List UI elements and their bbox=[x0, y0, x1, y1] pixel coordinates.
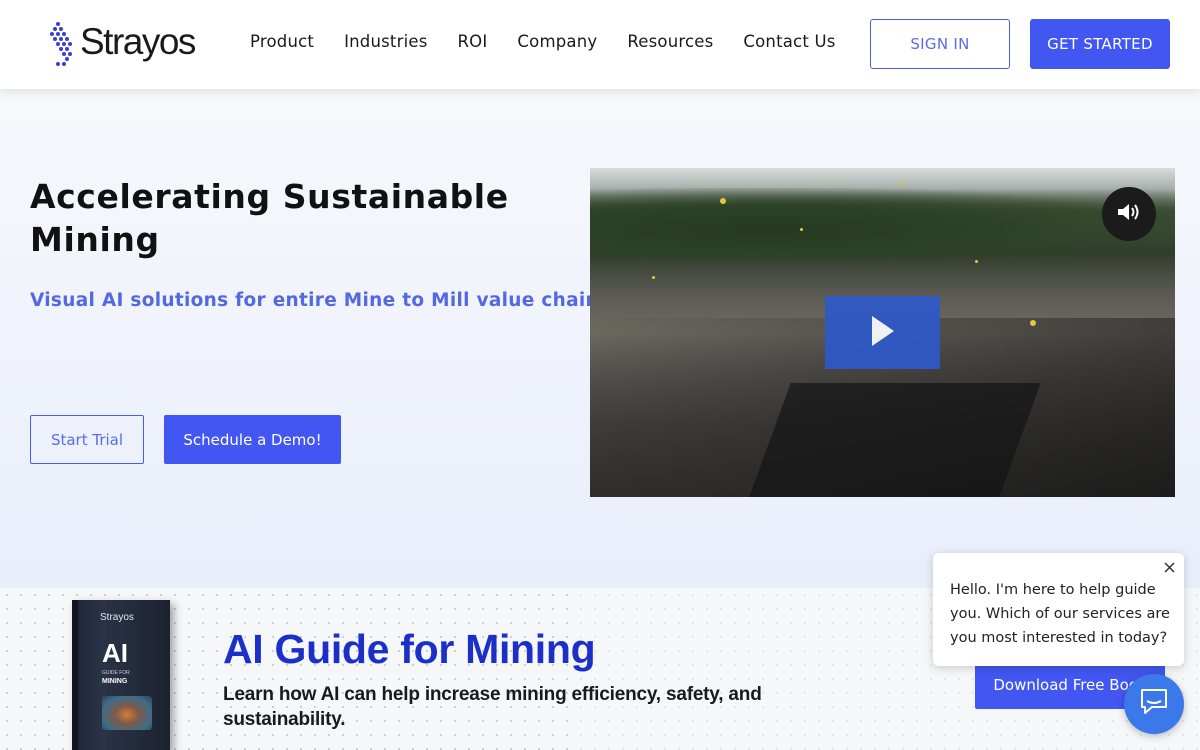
main-nav: Product Industries ROI Company Resources… bbox=[250, 32, 866, 51]
logo-dots-icon bbox=[50, 22, 76, 66]
schedule-demo-button[interactable]: Schedule a Demo! bbox=[164, 415, 341, 464]
logo-dot bbox=[56, 62, 60, 66]
logo-dot bbox=[53, 37, 57, 41]
hero-subtitle: Visual AI solutions for entire Mine to M… bbox=[30, 290, 599, 311]
logo-dot bbox=[68, 52, 72, 56]
chat-popup: Hello. I'm here to help guide you. Which… bbox=[933, 553, 1184, 666]
site-header: Strayos Product Industries ROI Company R… bbox=[0, 0, 1200, 89]
logo-text: Strayos bbox=[80, 21, 196, 62]
video-shadow bbox=[749, 383, 1041, 497]
logo-dot bbox=[65, 37, 69, 41]
video-spark bbox=[652, 276, 655, 279]
book-photo bbox=[102, 696, 152, 730]
chat-launcher-button[interactable] bbox=[1124, 674, 1184, 734]
nav-item-industries[interactable]: Industries bbox=[344, 32, 427, 51]
nav-item-company[interactable]: Company bbox=[517, 32, 597, 51]
hero-section: Accelerating Sustainable Mining Visual A… bbox=[0, 89, 1200, 588]
logo-dot bbox=[59, 47, 63, 51]
book-spine bbox=[72, 600, 78, 750]
play-icon bbox=[870, 315, 896, 351]
book-cover-image: Strayos AI GUIDE FOR MINING bbox=[72, 600, 170, 750]
book-mining-text: MINING bbox=[102, 678, 128, 685]
start-trial-button[interactable]: Start Trial bbox=[30, 415, 144, 464]
video-spark bbox=[800, 228, 803, 231]
hero-video[interactable] bbox=[590, 168, 1175, 497]
logo-dot bbox=[56, 32, 60, 36]
logo-dot bbox=[65, 57, 69, 61]
close-icon[interactable] bbox=[1162, 560, 1176, 574]
hero-title: Accelerating Sustainable Mining bbox=[30, 177, 509, 259]
logo-dot bbox=[62, 42, 66, 46]
logo-dot bbox=[56, 22, 60, 26]
logo-dot bbox=[62, 52, 66, 56]
speaker-icon bbox=[1116, 202, 1142, 226]
book-ai-text: AI bbox=[102, 638, 128, 668]
banner-title: AI Guide for Mining bbox=[223, 626, 596, 672]
nav-item-product[interactable]: Product bbox=[250, 32, 314, 51]
banner-subtitle: Learn how AI can help increase mining ef… bbox=[223, 684, 762, 730]
strayos-logo[interactable]: Strayos bbox=[50, 21, 196, 66]
logo-dot bbox=[53, 27, 57, 31]
video-spark bbox=[975, 260, 978, 263]
book-guide-text: GUIDE FOR bbox=[102, 670, 130, 676]
chat-message: Hello. I'm here to help guide you. Which… bbox=[950, 582, 1170, 646]
play-button[interactable] bbox=[825, 296, 940, 369]
nav-item-resources[interactable]: Resources bbox=[627, 32, 713, 51]
mute-button[interactable] bbox=[1102, 187, 1156, 241]
video-spark bbox=[900, 182, 903, 185]
video-spark bbox=[720, 198, 726, 204]
get-started-button[interactable]: GET STARTED bbox=[1030, 19, 1170, 69]
nav-item-contact-us[interactable]: Contact Us bbox=[743, 32, 835, 51]
logo-dot bbox=[65, 47, 69, 51]
logo-dot bbox=[59, 27, 63, 31]
logo-dot bbox=[68, 42, 72, 46]
chat-icon bbox=[1138, 687, 1170, 721]
logo-dot bbox=[50, 32, 54, 36]
sign-in-button[interactable]: SIGN IN bbox=[870, 19, 1010, 69]
logo-dot bbox=[62, 62, 66, 66]
logo-dot bbox=[56, 42, 60, 46]
logo-dot bbox=[59, 37, 63, 41]
video-spark bbox=[1030, 320, 1036, 326]
logo-dot bbox=[62, 32, 66, 36]
nav-item-roi[interactable]: ROI bbox=[458, 32, 488, 51]
book-brand: Strayos bbox=[100, 612, 134, 623]
video-treeline bbox=[590, 188, 1175, 258]
